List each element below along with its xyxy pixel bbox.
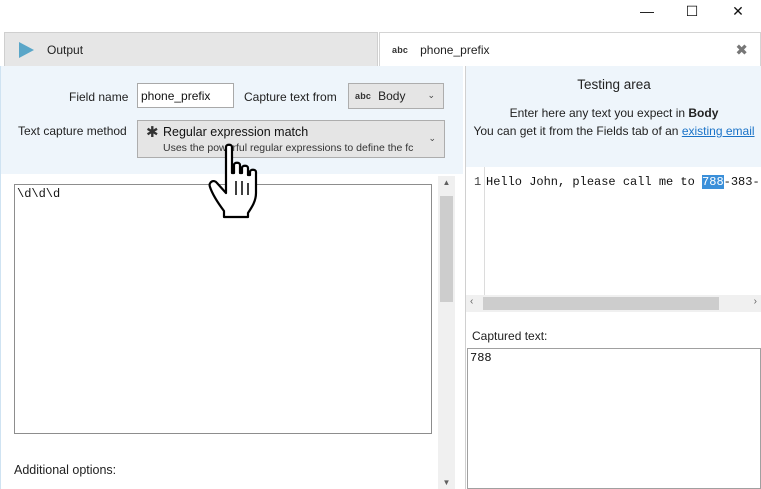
instruction-target: Body (688, 106, 719, 120)
tab-output-label: Output (47, 42, 84, 57)
abc-icon: abc (355, 91, 372, 101)
tab-strip: Output abc phone_prefix ✖ (0, 32, 761, 66)
maximize-button[interactable]: ☐ (669, 0, 715, 22)
additional-options-label: Additional options: (14, 463, 117, 477)
scroll-down-icon[interactable]: ▼ (438, 478, 455, 487)
testing-area-title: Testing area (577, 77, 651, 92)
capture-from-select[interactable]: abc Body ⌄ (348, 83, 444, 109)
method-label: Text capture method (18, 124, 127, 138)
close-window-button[interactable]: ✕ (715, 0, 761, 22)
method-title: Regular expression match (163, 125, 309, 139)
hint-prefix: You can get it from the Fields tab of an (473, 124, 682, 138)
hand-cursor-icon (208, 143, 258, 219)
close-icon: ✕ (732, 2, 744, 19)
testing-instruction: Enter here any text you expect in Body (466, 106, 761, 120)
horizontal-scroll-thumb[interactable] (483, 297, 719, 310)
testing-area-pane: Testing area Enter here any text you exp… (465, 66, 761, 489)
sample-text-before: Hello John, please call me to (486, 175, 703, 189)
tab-phone-prefix[interactable]: abc phone_prefix ✖ (379, 32, 761, 66)
title-bar: — ☐ ✕ (0, 0, 761, 26)
close-tab-icon[interactable]: ✖ (735, 41, 748, 59)
capture-from-value: Body (378, 89, 406, 103)
testing-area-header: Testing area Enter here any text you exp… (466, 66, 761, 167)
captured-text-label: Captured text: (472, 329, 548, 343)
horizontal-scrollbar[interactable]: ‹ › (466, 295, 761, 312)
scroll-thumb[interactable] (440, 196, 453, 302)
sample-text-match: 788 (702, 175, 724, 189)
capture-from-label: Capture text from (244, 90, 337, 104)
field-name-label: Field name (69, 90, 129, 104)
scroll-left-icon[interactable]: ‹ (470, 296, 473, 307)
chevron-down-icon: ⌄ (428, 132, 436, 143)
regex-editor[interactable]: \d\d\d (14, 184, 432, 434)
line-number-gutter: 1 (466, 167, 485, 295)
scroll-up-icon[interactable]: ▲ (438, 178, 455, 187)
instruction-prefix: Enter here any text you expect in (509, 106, 689, 120)
tab-output[interactable]: Output (4, 32, 378, 66)
minimize-icon: — (640, 3, 654, 19)
sample-text-line[interactable]: Hello John, please call me to 788-383- (486, 175, 760, 189)
chevron-down-icon: ⌄ (427, 89, 435, 100)
method-description: Uses the powerful regular expressions to… (163, 142, 414, 154)
scroll-right-icon[interactable]: › (754, 296, 757, 307)
vertical-scrollbar[interactable]: ▲ ▼ (438, 176, 455, 489)
sample-text-after: -383- (723, 175, 760, 189)
tab-phone-prefix-label: phone_prefix (420, 42, 490, 57)
maximize-icon: ☐ (685, 2, 699, 19)
asterisk-icon: ✱ (146, 124, 159, 141)
captured-text-output: 788 (467, 348, 761, 489)
field-editor-pane: Field name Capture text from abc Body ⌄ … (0, 66, 463, 489)
testing-hint: You can get it from the Fields tab of an… (466, 124, 761, 138)
field-name-input[interactable] (137, 83, 234, 108)
abc-icon: abc (392, 44, 409, 55)
line-number: 1 (474, 175, 482, 189)
sample-text-editor[interactable]: 1 Hello John, please call me to 788-383-… (466, 167, 761, 313)
minimize-button[interactable]: — (624, 0, 670, 22)
capture-method-select[interactable]: ✱ Regular expression match Uses the powe… (137, 120, 445, 158)
existing-email-link[interactable]: existing email (682, 124, 755, 138)
play-icon (19, 41, 34, 58)
